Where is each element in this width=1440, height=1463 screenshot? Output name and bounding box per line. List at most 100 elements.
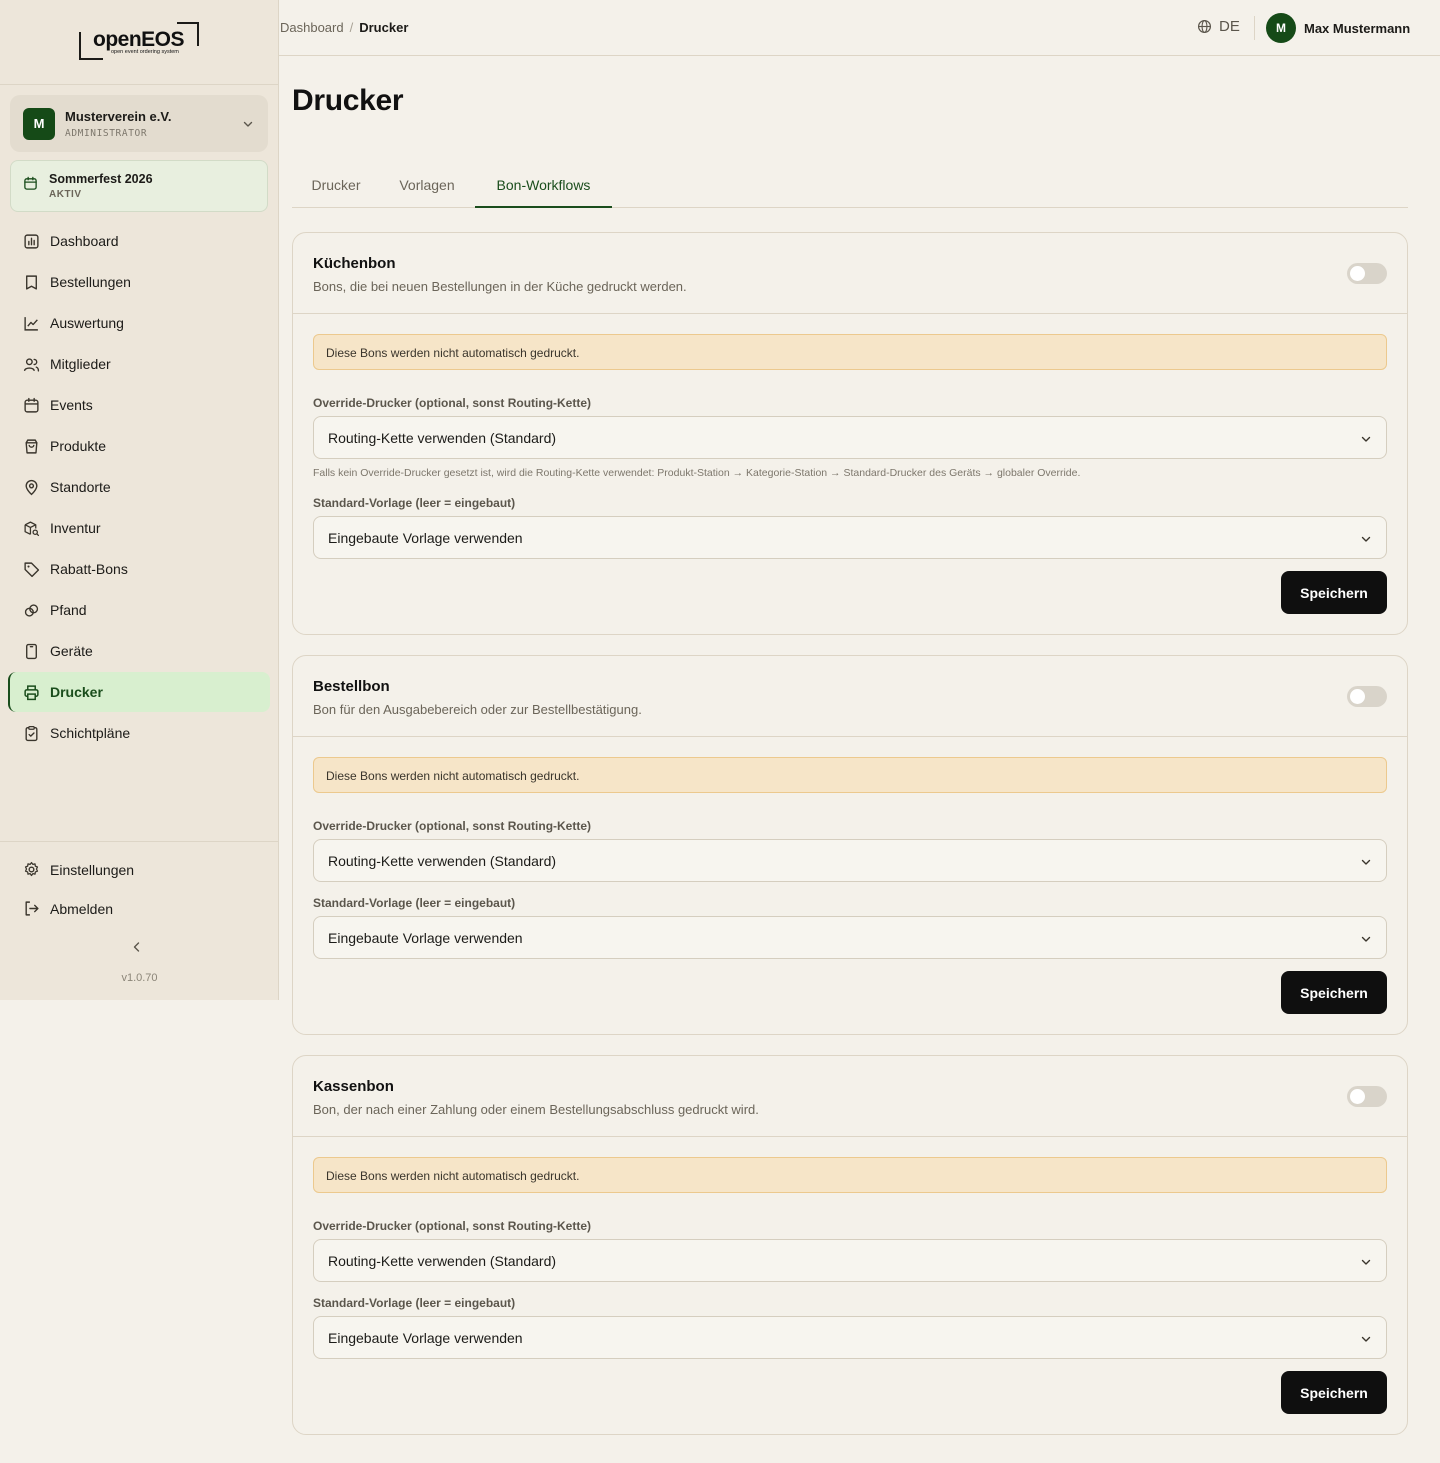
template-select[interactable]: Eingebaute Vorlage verwenden <box>313 516 1387 559</box>
card-title: Kassenbon <box>313 1078 394 1095</box>
calendar-icon <box>23 176 38 196</box>
override-printer-label: Override-Drucker (optional, sonst Routin… <box>313 396 592 410</box>
card-header: Bestellbon Bon für den Ausgabebereich od… <box>293 656 1407 737</box>
avatar: M <box>1266 13 1296 43</box>
card-description: Bon, der nach einer Zahlung oder einem B… <box>313 1102 759 1117</box>
sidebar-item-label: Schichtpläne <box>50 725 131 741</box>
save-button[interactable]: Speichern <box>1281 1371 1387 1414</box>
sidebar-item-label: Events <box>50 397 93 413</box>
page-title: Drucker <box>292 84 404 117</box>
override-printer-select[interactable]: Routing-Kette verwenden (Standard) <box>313 1239 1387 1282</box>
logout-link[interactable]: Abmelden <box>8 889 271 928</box>
sidebar-item-drucker[interactable]: Drucker <box>8 672 270 712</box>
dashboard-icon <box>22 232 40 250</box>
sidebar-item-label: Rabatt-Bons <box>50 561 128 577</box>
template-select[interactable]: Eingebaute Vorlage verwenden <box>313 1316 1387 1359</box>
enable-toggle[interactable] <box>1347 1086 1387 1107</box>
openeos-logo[interactable]: openEOS open event ordering system <box>79 22 199 62</box>
receipt-icon <box>22 273 40 291</box>
calendar-icon <box>22 396 40 414</box>
sidebar-item-label: Pfand <box>50 602 87 618</box>
card-header: Kassenbon Bon, der nach einer Zahlung od… <box>293 1056 1407 1137</box>
chevron-down-icon <box>1360 932 1372 948</box>
active-event-card[interactable]: Sommerfest 2026 AKTIV <box>10 160 268 212</box>
template-value: Eingebaute Vorlage verwenden <box>328 1330 523 1346</box>
language-code: DE <box>1219 18 1240 35</box>
override-printer-value: Routing-Kette verwenden (Standard) <box>328 430 557 446</box>
user-menu[interactable]: M Max Mustermann <box>1266 13 1410 43</box>
event-name: Sommerfest 2026 <box>49 172 153 186</box>
sidebar-footer: Einstellungen Abmelden v1.0.70 <box>0 841 279 984</box>
clipboard-check-icon <box>22 724 40 742</box>
sidebar-item-label: Inventur <box>50 520 101 536</box>
logo-tagline: open event ordering system <box>111 49 179 55</box>
sidebar-item-dashboard[interactable]: Dashboard <box>8 221 270 261</box>
settings-link[interactable]: Einstellungen <box>8 850 271 889</box>
tab-drucker[interactable]: Drucker <box>292 166 380 208</box>
sidebar-item-rabatt-bons[interactable]: Rabatt-Bons <box>8 549 270 589</box>
collapse-sidebar-icon[interactable] <box>130 940 144 959</box>
sidebar-item-label: Dashboard <box>50 233 119 249</box>
save-button[interactable]: Speichern <box>1281 571 1387 614</box>
not-auto-print-notice: Diese Bons werden nicht automatisch gedr… <box>313 757 1387 793</box>
card-title: Bestellbon <box>313 678 390 695</box>
enable-toggle[interactable] <box>1347 686 1387 707</box>
chevron-down-icon <box>1360 1255 1372 1271</box>
tab-vorlagen[interactable]: Vorlagen <box>380 166 474 208</box>
app-version: v1.0.70 <box>121 972 158 984</box>
chevron-down-icon <box>1360 1332 1372 1348</box>
top-bar: Dashboard / Drucker DE M Max Mustermann <box>279 0 1440 56</box>
language-switcher[interactable]: DE <box>1197 18 1240 35</box>
template-select[interactable]: Eingebaute Vorlage verwenden <box>313 916 1387 959</box>
sidebar-item-standorte[interactable]: Standorte <box>8 467 270 507</box>
chevron-down-icon <box>242 117 254 135</box>
printer-icon <box>22 683 40 701</box>
routing-hint: Falls kein Override-Drucker gesetzt ist,… <box>313 467 1081 479</box>
tab-bon-workflows[interactable]: Bon-Workflows <box>475 166 612 208</box>
breadcrumb-separator: / <box>349 20 354 35</box>
sidebar-item-mitglieder[interactable]: Mitglieder <box>8 344 270 384</box>
sidebar-item-pfand[interactable]: Pfand <box>8 590 270 630</box>
sidebar-item-geraete[interactable]: Geräte <box>8 631 270 671</box>
organization-switcher[interactable]: M Musterverein e.V. ADMINISTRATOR <box>10 95 268 152</box>
override-printer-select[interactable]: Routing-Kette verwenden (Standard) <box>313 416 1387 459</box>
not-auto-print-notice: Diese Bons werden nicht automatisch gedr… <box>313 1157 1387 1193</box>
override-printer-select[interactable]: Routing-Kette verwenden (Standard) <box>313 839 1387 882</box>
org-role: ADMINISTRATOR <box>65 127 148 139</box>
template-value: Eingebaute Vorlage verwenden <box>328 530 523 546</box>
chevron-down-icon <box>1360 855 1372 871</box>
override-printer-value: Routing-Kette verwenden (Standard) <box>328 1253 557 1269</box>
sidebar-item-inventur[interactable]: Inventur <box>8 508 270 548</box>
sidebar-item-bestellungen[interactable]: Bestellungen <box>8 262 270 302</box>
settings-label: Einstellungen <box>50 861 135 878</box>
template-label: Standard-Vorlage (leer = eingebaut) <box>313 496 516 510</box>
sidebar-item-events[interactable]: Events <box>8 385 270 425</box>
sidebar-item-label: Drucker <box>50 684 103 700</box>
workflow-card-kuechenbon: Küchenbon Bons, die bei neuen Bestellung… <box>292 232 1408 635</box>
workflow-card-bestellbon: Bestellbon Bon für den Ausgabebereich od… <box>292 655 1408 1035</box>
event-status: AKTIV <box>49 189 82 200</box>
divider <box>1254 16 1255 40</box>
breadcrumb-current: Drucker <box>359 20 409 35</box>
globe-icon <box>1197 19 1212 34</box>
org-avatar: M <box>23 107 55 140</box>
sidebar-item-schichtplaene[interactable]: Schichtpläne <box>8 713 270 753</box>
tag-icon <box>22 560 40 578</box>
sidebar-item-label: Produkte <box>50 438 107 454</box>
package-search-icon <box>22 519 40 537</box>
template-value: Eingebaute Vorlage verwenden <box>328 930 523 946</box>
breadcrumb-root[interactable]: Dashboard <box>280 20 344 35</box>
save-button[interactable]: Speichern <box>1281 971 1387 1014</box>
logout-label: Abmelden <box>50 900 114 917</box>
sidebar-item-produkte[interactable]: Produkte <box>8 426 270 466</box>
link-icon <box>22 601 40 619</box>
map-pin-icon <box>22 478 40 496</box>
sidebar-item-auswertung[interactable]: Auswertung <box>8 303 270 343</box>
enable-toggle[interactable] <box>1347 263 1387 284</box>
chevron-down-icon <box>1360 432 1372 448</box>
sidebar-item-label: Standorte <box>50 479 111 495</box>
not-auto-print-notice: Diese Bons werden nicht automatisch gedr… <box>313 334 1387 370</box>
template-label: Standard-Vorlage (leer = eingebaut) <box>313 1296 516 1310</box>
tab-bar: Drucker Vorlagen Bon-Workflows <box>292 166 1408 208</box>
sidebar-item-label: Bestellungen <box>50 274 131 290</box>
